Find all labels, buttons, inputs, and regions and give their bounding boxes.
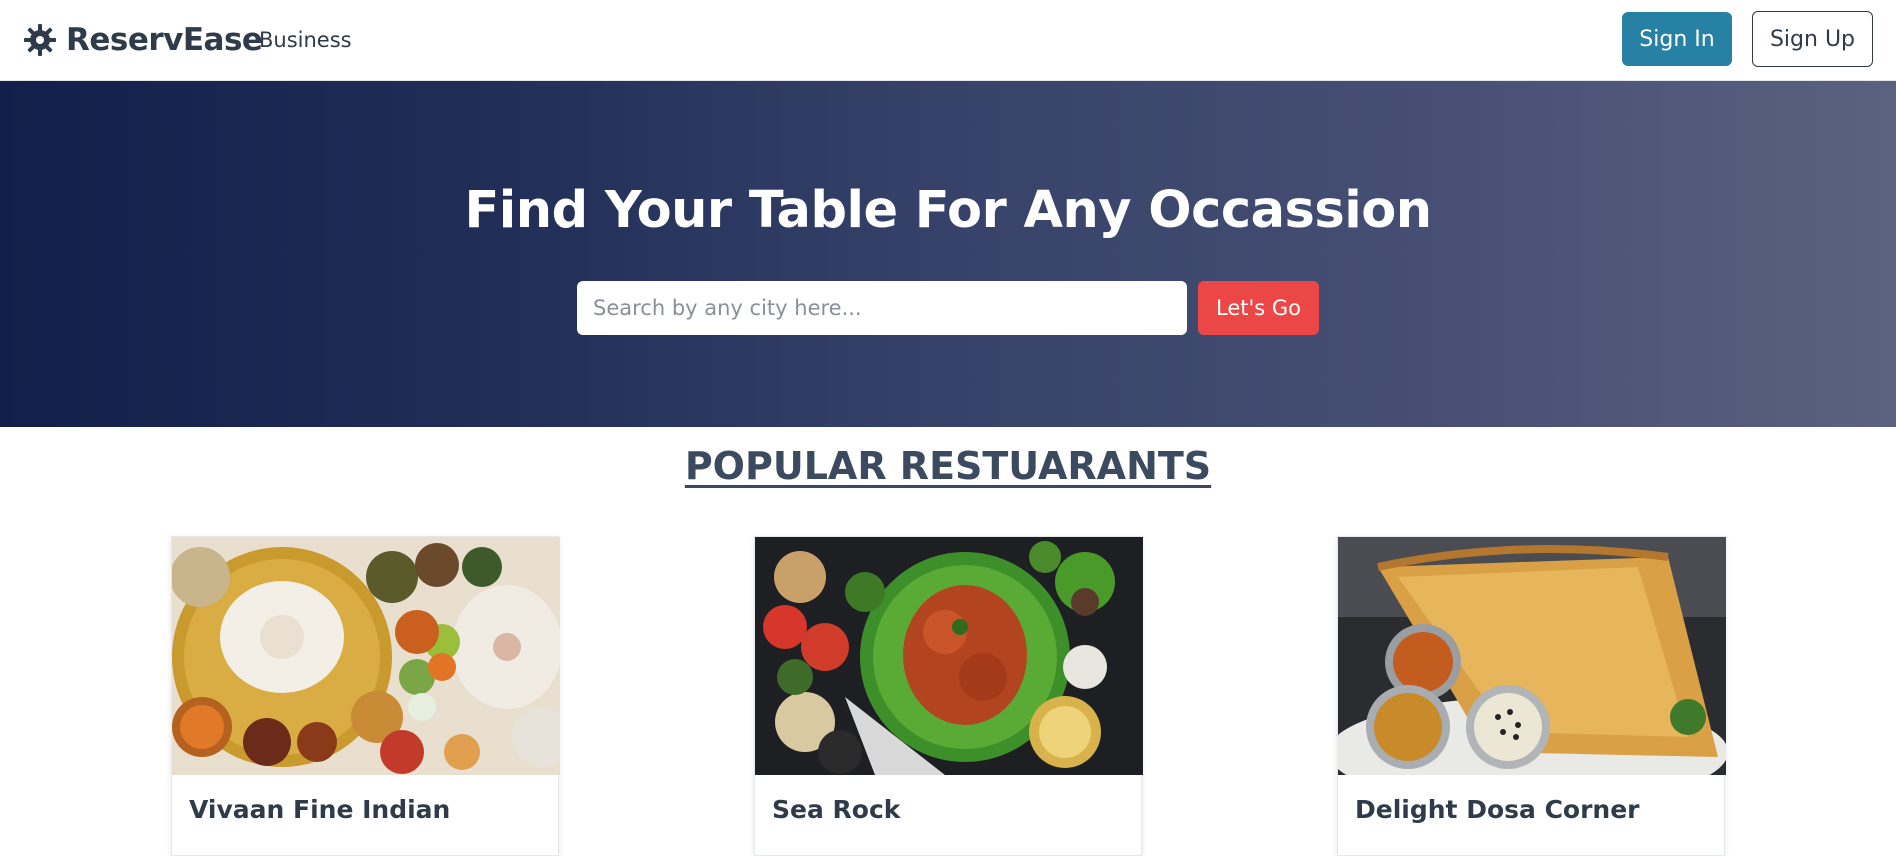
nav-link-business[interactable]: Business: [259, 28, 352, 52]
restaurant-image: [755, 537, 1143, 775]
section-title-popular: POPULAR RESTUARANTS: [684, 444, 1212, 488]
hero-title: Find Your Table For Any Occassion: [464, 181, 1432, 240]
restaurant-name: Sea Rock: [772, 795, 901, 824]
hero-banner: Find Your Table For Any Occassion Let's …: [0, 81, 1896, 427]
restaurant-image: [1338, 537, 1726, 775]
top-navbar: ReservEase Business Sign In Sign Up: [0, 0, 1896, 81]
gear-icon: [24, 24, 56, 56]
sign-up-button[interactable]: Sign Up: [1752, 11, 1873, 67]
sign-in-button[interactable]: Sign In: [1622, 12, 1732, 66]
restaurant-card[interactable]: Vivaan Fine Indian: [171, 536, 560, 856]
brand-home-link[interactable]: ReservEase: [22, 20, 263, 60]
restaurant-name: Vivaan Fine Indian: [189, 795, 451, 824]
lets-go-button[interactable]: Let's Go: [1198, 281, 1319, 335]
brand-name: ReservEase: [66, 22, 263, 58]
city-search-input[interactable]: [577, 281, 1187, 335]
restaurant-card[interactable]: Delight Dosa Corner: [1337, 536, 1726, 856]
restaurant-image: [172, 537, 560, 775]
restaurant-card[interactable]: Sea Rock: [754, 536, 1143, 856]
restaurant-name: Delight Dosa Corner: [1355, 795, 1640, 824]
